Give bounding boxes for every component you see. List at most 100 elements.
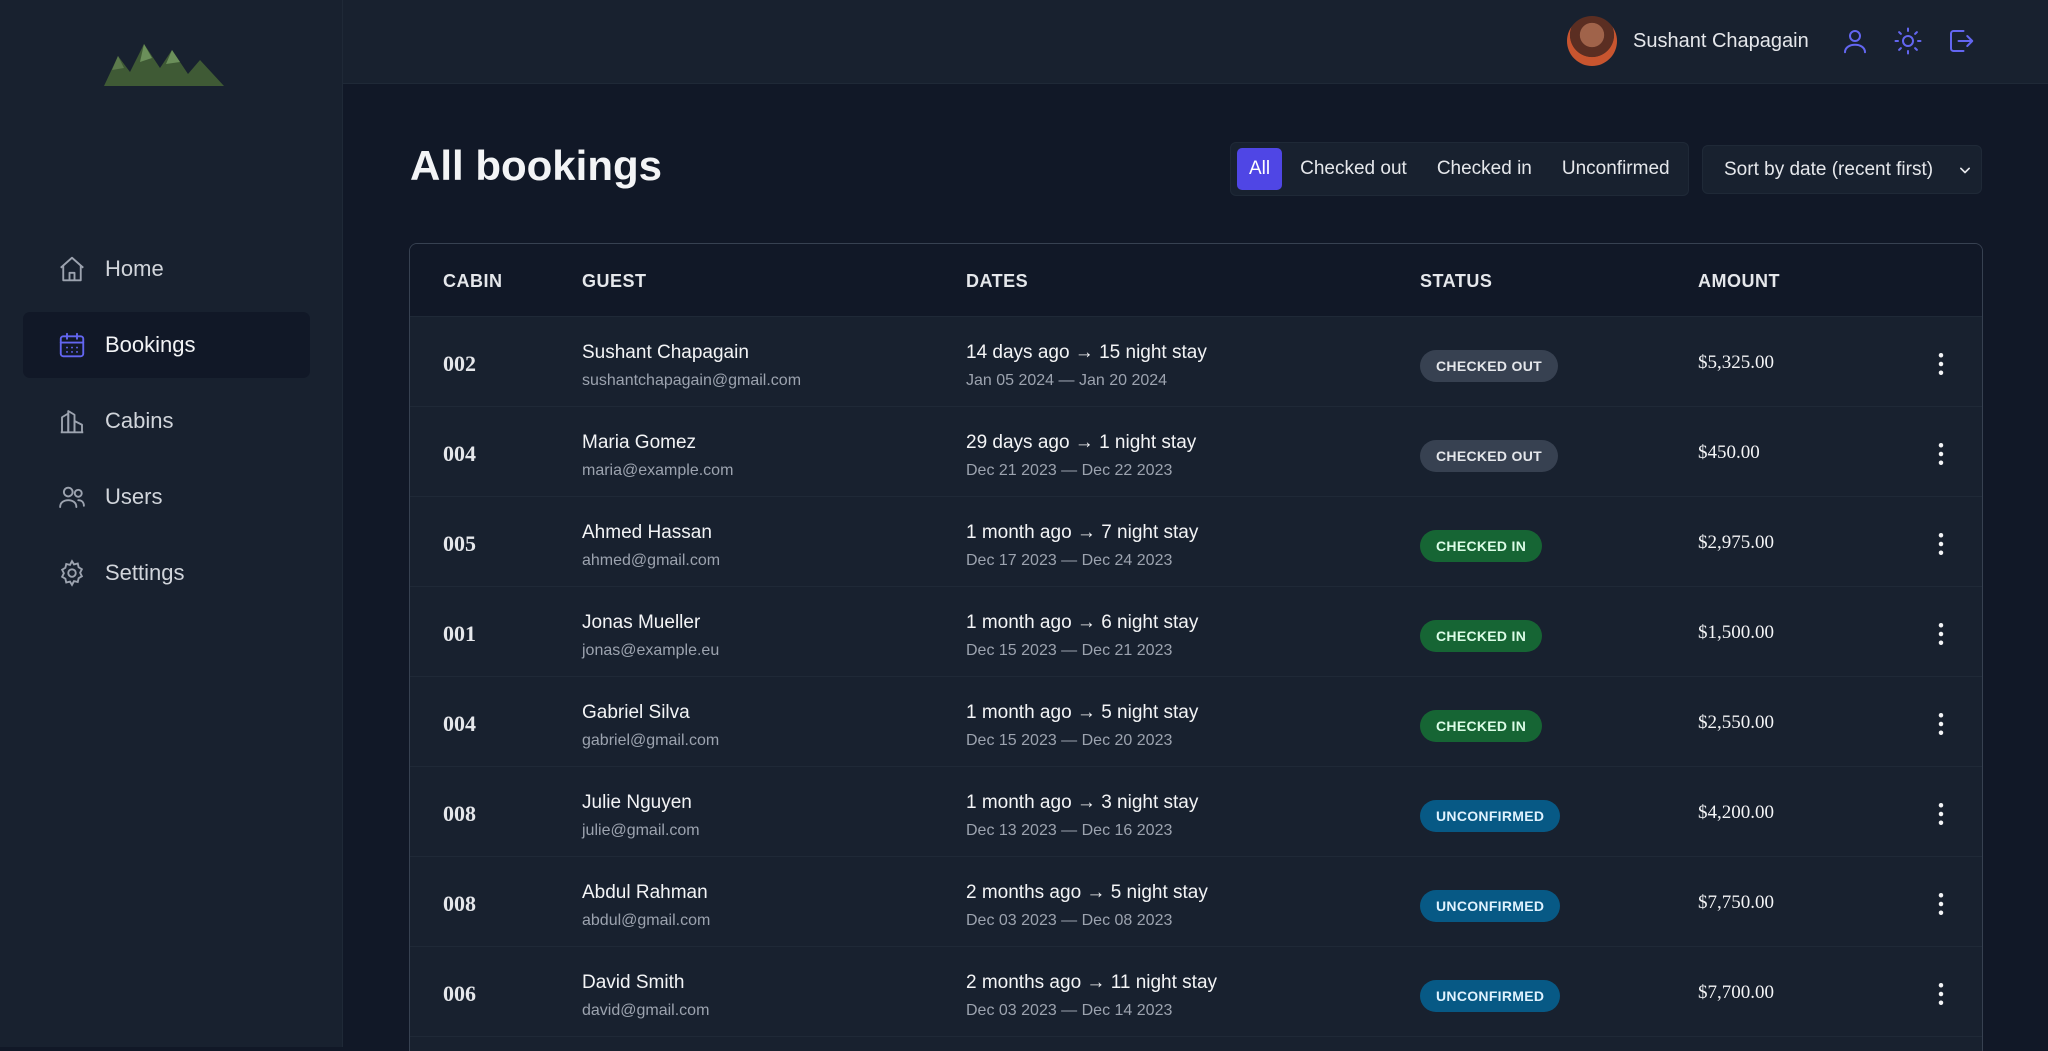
filter-checked-in[interactable]: Checked in: [1425, 148, 1544, 190]
sort-select[interactable]: Sort by date (recent first): [1702, 145, 1982, 194]
top-header: Sushant Chapagain: [343, 0, 2048, 84]
status-badge: UNCONFIRMED: [1420, 800, 1561, 832]
guest-email: david@gmail.com: [582, 1002, 710, 1019]
stay-summary: 1 month ago → 3 night stay: [966, 792, 1199, 813]
sidebar-item-users[interactable]: Users: [23, 464, 310, 530]
calendar-icon: [57, 330, 87, 360]
booking-amount: $7,700.00: [1698, 982, 1774, 1003]
table-row: 008 Julie Nguyen julie@gmail.com 1 month ag…: [410, 767, 1982, 857]
sidebar-item-cabins[interactable]: Cabins: [23, 388, 310, 454]
sidebar-item-label: Settings: [105, 560, 185, 585]
guest-name: Jonas Mueller: [582, 612, 701, 633]
sidebar-item-home[interactable]: Home: [23, 236, 310, 302]
bookings-table: CABIN GUEST DATES STATUS AMOUNT 002 Susha…: [409, 243, 1983, 1051]
filter-all[interactable]: All: [1237, 148, 1283, 190]
cabin-number: 006: [443, 981, 476, 1006]
more-vertical-icon[interactable]: [1926, 889, 1956, 919]
stay-summary: 2 months ago → 5 night stay: [966, 882, 1208, 903]
users-icon: [57, 482, 87, 512]
more-vertical-icon[interactable]: [1926, 439, 1956, 469]
filter-checked-out[interactable]: Checked out: [1288, 148, 1419, 190]
booking-amount: $4,200.00: [1698, 802, 1774, 823]
status-badge: UNCONFIRMED: [1420, 890, 1561, 922]
guest-name: Maria Gomez: [582, 432, 697, 453]
cabin-number: 004: [443, 441, 476, 466]
table-header: CABIN GUEST DATES STATUS AMOUNT: [410, 244, 1982, 317]
header-cabin: CABIN: [443, 271, 503, 291]
header-dates: DATES: [966, 271, 1029, 291]
stay-dates: Dec 03 2023 — Dec 14 2023: [966, 1002, 1173, 1019]
guest-name: Julie Nguyen: [582, 792, 692, 813]
user-name: Sushant Chapagain: [1633, 30, 1809, 52]
table-body: 002 Sushant Chapagain sushantchapagain@gma…: [410, 317, 1982, 1037]
cabin-number: 005: [443, 531, 476, 556]
more-vertical-icon[interactable]: [1926, 709, 1956, 739]
avatar[interactable]: [1567, 16, 1617, 66]
header-amount: AMOUNT: [1698, 271, 1780, 291]
sidebar: Home Bookings Cabins Users Settings: [0, 0, 343, 1047]
table-row: 006 David Smith david@gmail.com 2 months ag…: [410, 947, 1982, 1037]
booking-amount: $5,325.00: [1698, 352, 1774, 373]
sidebar-nav: Home Bookings Cabins Users Settings: [23, 236, 310, 616]
stay-summary: 14 days ago → 15 night stay: [966, 342, 1207, 363]
status-badge: CHECKED IN: [1420, 620, 1543, 652]
stay-summary: 1 month ago → 7 night stay: [966, 522, 1199, 543]
guest-email: gabriel@gmail.com: [582, 732, 720, 749]
sidebar-item-label: Users: [105, 484, 163, 509]
guest-name: Sushant Chapagain: [582, 342, 749, 363]
stay-dates: Dec 15 2023 — Dec 21 2023: [966, 642, 1173, 659]
guest-email: julie@gmail.com: [582, 822, 700, 839]
more-vertical-icon[interactable]: [1926, 529, 1956, 559]
more-vertical-icon[interactable]: [1926, 619, 1956, 649]
status-badge: CHECKED IN: [1420, 710, 1543, 742]
status-badge: CHECKED OUT: [1420, 440, 1558, 472]
status-badge: UNCONFIRMED: [1420, 980, 1561, 1012]
app-root: Home Bookings Cabins Users Settings Sushant …: [0, 0, 2048, 1051]
stay-dates: Dec 13 2023 — Dec 16 2023: [966, 822, 1173, 839]
more-vertical-icon[interactable]: [1926, 979, 1956, 1009]
page-title: All bookings: [410, 142, 662, 189]
sidebar-item-settings[interactable]: Settings: [23, 540, 310, 606]
table-row: 004 Maria Gomez maria@example.com 29 days a…: [410, 407, 1982, 497]
cabin-number: 008: [443, 801, 476, 826]
table-row: 001 Jonas Mueller jonas@example.eu 1 month …: [410, 587, 1982, 677]
table-row: 002 Sushant Chapagain sushantchapagain@gma…: [410, 317, 1982, 407]
booking-amount: $7,750.00: [1698, 892, 1774, 913]
more-vertical-icon[interactable]: [1926, 799, 1956, 829]
table-row: 008 Abdul Rahman abdul@gmail.com 2 months a…: [410, 857, 1982, 947]
cabins-icon: [57, 406, 87, 436]
more-vertical-icon[interactable]: [1926, 349, 1956, 379]
filter-unconfirmed[interactable]: Unconfirmed: [1550, 148, 1682, 190]
sidebar-item-label: Bookings: [105, 332, 196, 357]
cabin-number: 008: [443, 891, 476, 916]
guest-email: maria@example.com: [582, 462, 734, 479]
guest-name: Gabriel Silva: [582, 702, 690, 723]
sun-icon[interactable]: [1893, 26, 1923, 56]
home-icon: [57, 254, 87, 284]
guest-name: Ahmed Hassan: [582, 522, 712, 543]
booking-amount: $2,550.00: [1698, 712, 1774, 733]
sidebar-item-bookings[interactable]: Bookings: [23, 312, 310, 378]
guest-email: sushantchapagain@gmail.com: [582, 372, 802, 389]
sort-label: Sort by date (recent first): [1724, 158, 1934, 180]
user-icon[interactable]: [1840, 26, 1870, 56]
stay-dates: Jan 05 2024 — Jan 20 2024: [966, 372, 1168, 389]
guest-name: Abdul Rahman: [582, 882, 708, 903]
guest-email: ahmed@gmail.com: [582, 552, 721, 569]
logout-icon[interactable]: [1946, 26, 1976, 56]
guest-email: jonas@example.eu: [582, 642, 720, 659]
stay-summary: 29 days ago → 1 night stay: [966, 432, 1197, 453]
sidebar-item-label: Home: [105, 256, 164, 281]
stay-summary: 1 month ago → 6 night stay: [966, 612, 1199, 633]
table-row: 004 Gabriel Silva gabriel@gmail.com 1 month…: [410, 677, 1982, 767]
cabin-number: 001: [443, 621, 476, 646]
guest-name: David Smith: [582, 972, 685, 993]
stay-dates: Dec 17 2023 — Dec 24 2023: [966, 552, 1173, 569]
header-status: STATUS: [1420, 271, 1493, 291]
stay-dates: Dec 21 2023 — Dec 22 2023: [966, 462, 1173, 479]
header-guest: GUEST: [582, 271, 647, 291]
cabin-number: 004: [443, 711, 476, 736]
stay-summary: 1 month ago → 5 night stay: [966, 702, 1199, 723]
booking-amount: $1,500.00: [1698, 622, 1774, 643]
status-badge: CHECKED IN: [1420, 530, 1543, 562]
